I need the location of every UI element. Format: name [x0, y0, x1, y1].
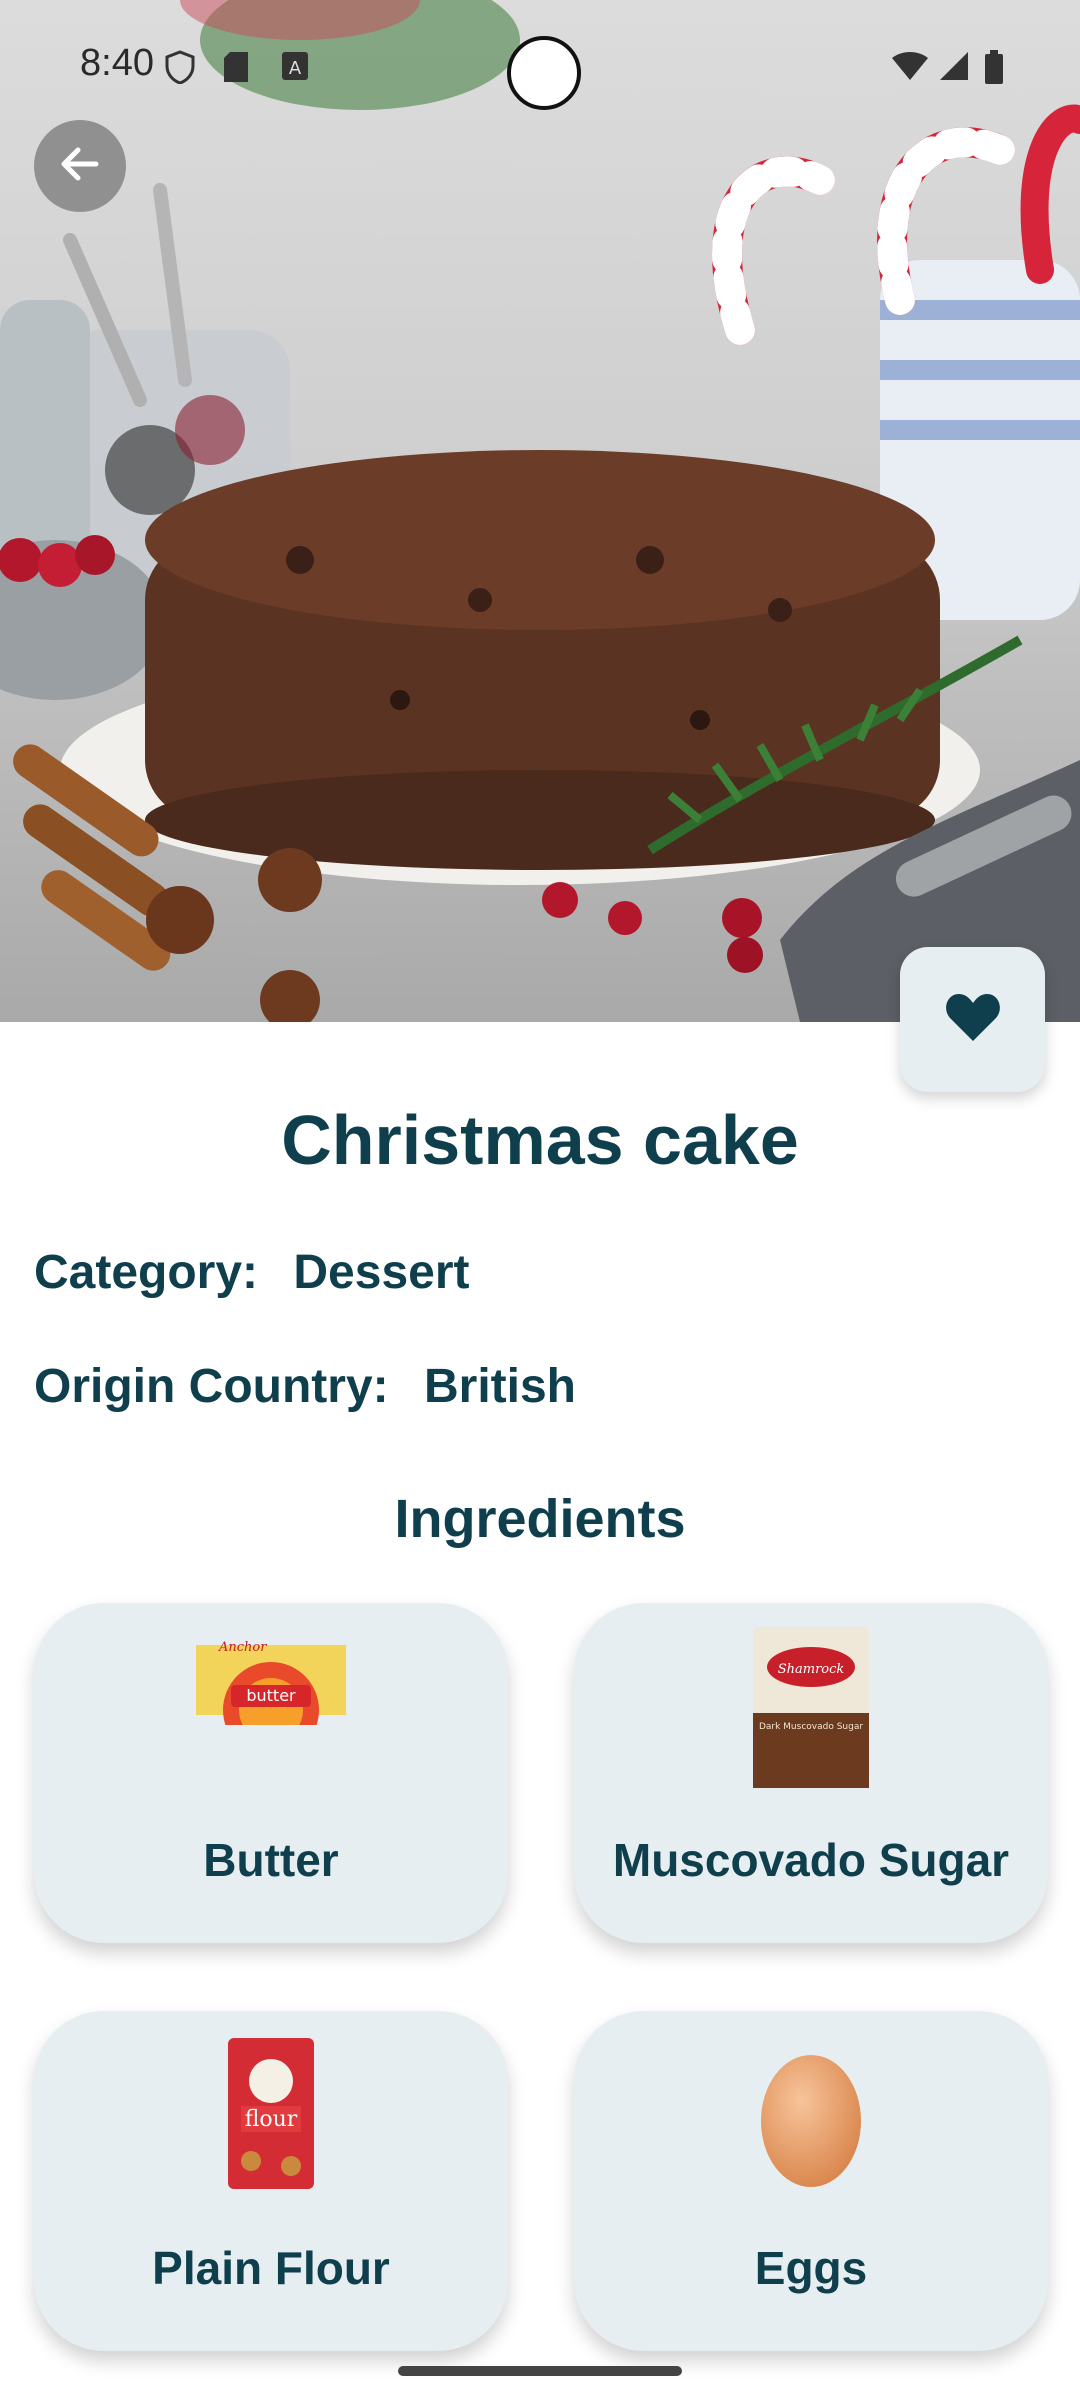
recipe-hero-image: 8:40 A — [0, 0, 1080, 1022]
butter-package-word: butter — [246, 1686, 296, 1705]
ingredients-heading: Ingredients — [394, 1489, 686, 1549]
ingredient-name: Butter — [203, 1834, 339, 1886]
status-bar: 8:40 A — [0, 0, 1080, 140]
ingredient-card[interactable]: flour Plain Flour — [34, 2011, 508, 2351]
ingredient-name: Plain Flour — [152, 2242, 390, 2294]
battery-icon — [984, 50, 1004, 89]
gesture-home-bar[interactable] — [398, 2366, 682, 2376]
ingredient-name: Eggs — [754, 2242, 868, 2294]
category-value: Dessert — [293, 1246, 470, 1299]
keyboard-icon: A — [280, 50, 310, 87]
camera-cutout — [507, 36, 581, 110]
status-time: 8:40 — [80, 42, 154, 84]
origin-value: British — [423, 1360, 576, 1413]
heart-icon — [944, 991, 1002, 1048]
origin-row: Origin Country: British — [34, 1359, 576, 1414]
flour-package-word: flour — [245, 2107, 298, 2132]
eggs-image — [756, 2041, 866, 2196]
signal-icon — [938, 50, 970, 87]
origin-label: Origin Country: — [34, 1360, 389, 1413]
ingredient-name: Muscovado Sugar — [612, 1834, 1010, 1886]
wifi-icon — [890, 50, 930, 87]
butter-package-brand: Anchor — [218, 1640, 267, 1655]
arrow-left-icon — [56, 140, 104, 193]
sugar-package-product: Dark Muscovado Sugar — [759, 1722, 863, 1732]
favorite-button[interactable] — [900, 947, 1045, 1092]
christmas-cake-photo — [0, 0, 1080, 1022]
ingredient-card[interactable]: butter Anchor Butter — [34, 1603, 508, 1943]
sd-card-icon — [222, 50, 250, 89]
svg-text:A: A — [289, 58, 302, 79]
plain-flour-image: flour — [226, 2036, 316, 2196]
shield-icon — [165, 50, 195, 89]
ingredient-card[interactable]: Eggs — [574, 2011, 1048, 2351]
category-row: Category: Dessert — [34, 1245, 470, 1300]
butter-image: butter Anchor — [191, 1625, 351, 1758]
muscovado-sugar-image: Shamrock Dark Muscovado Sugar — [751, 1625, 871, 1795]
recipe-title: Christmas cake — [281, 1101, 799, 1179]
category-label: Category: — [34, 1246, 259, 1299]
ingredient-card[interactable]: Shamrock Dark Muscovado Sugar Muscovado … — [574, 1603, 1048, 1943]
back-button[interactable] — [34, 120, 126, 212]
sugar-package-brand: Shamrock — [778, 1662, 845, 1677]
